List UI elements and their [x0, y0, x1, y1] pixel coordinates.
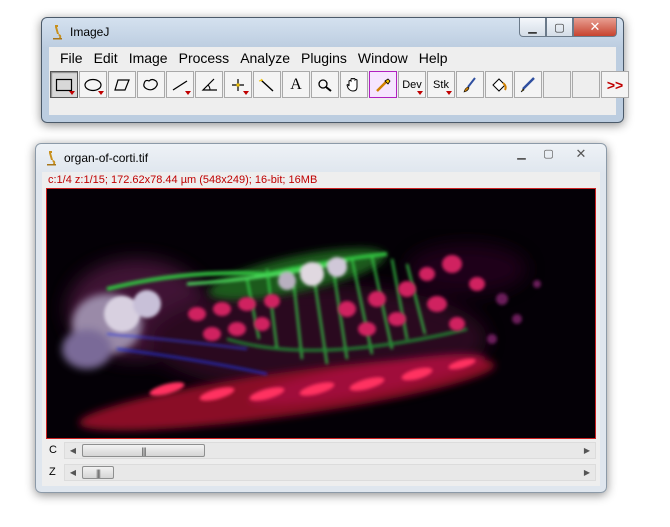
rectangle-tool[interactable]: [50, 71, 78, 98]
toolbar: A Dev Stk >>: [50, 71, 630, 98]
dev-menu[interactable]: Dev: [398, 71, 426, 98]
menu-file[interactable]: File: [55, 50, 89, 66]
oval-tool[interactable]: [79, 71, 107, 98]
microscope-icon: [53, 25, 62, 40]
grip-icon: |||: [141, 445, 146, 456]
scroll-right-arrow-icon[interactable]: ▶: [579, 443, 595, 458]
wand-icon: [258, 78, 274, 92]
dropdown-indicator: [69, 91, 75, 95]
line-icon: [172, 79, 188, 91]
channel-scroll-row: C ◀ ||| ▶: [46, 442, 596, 459]
zoom-tool[interactable]: [311, 71, 339, 98]
minimize-button[interactable]: ▁: [519, 18, 546, 37]
close-icon: ✕: [575, 145, 587, 161]
menu-edit[interactable]: Edit: [89, 50, 124, 66]
minimize-icon: ▁: [517, 148, 526, 160]
text-tool-icon: A: [290, 75, 302, 93]
menu-process[interactable]: Process: [174, 50, 236, 66]
freehand-tool[interactable]: [137, 71, 165, 98]
maximize-button[interactable]: ▢: [535, 144, 562, 163]
menu-window[interactable]: Window: [353, 50, 414, 66]
imagej-window: ImageJ ▁ ▢ ✕ File Edit Image Process Ana…: [41, 17, 629, 123]
menu-plugins[interactable]: Plugins: [296, 50, 353, 66]
wand-tool[interactable]: [253, 71, 281, 98]
fluorescence-image: [47, 189, 595, 438]
color-picker-tool[interactable]: [369, 71, 397, 98]
flood-fill-tool[interactable]: [485, 71, 513, 98]
freehand-icon: [143, 78, 158, 90]
scroll-left-arrow-icon[interactable]: ◀: [65, 443, 81, 458]
dropdown-indicator: [417, 91, 423, 95]
dropdown-indicator: [185, 91, 191, 95]
dev-label: Dev: [402, 78, 422, 91]
z-label: Z: [49, 466, 56, 478]
image-titlebar[interactable]: organ-of-corti.tif ▁ ▢ ✕: [36, 144, 606, 172]
window-title: ImageJ: [70, 25, 110, 39]
blank-tool-slot: [543, 71, 571, 98]
angle-icon: [201, 78, 217, 91]
maximize-icon: ▢: [554, 21, 565, 34]
dropdown-indicator: [243, 91, 249, 95]
polygon-icon: [114, 78, 130, 91]
brush-icon: [463, 76, 476, 92]
channel-label: C: [49, 444, 57, 456]
blank-tool-slot: [572, 71, 600, 98]
pencil-icon: [520, 76, 535, 92]
z-scrollbar[interactable]: ◀ ||| ▶: [64, 464, 596, 481]
z-scroll-row: Z ◀ ||| ▶: [46, 464, 596, 481]
menu-bar: File Edit Image Process Analyze Plugins …: [49, 47, 616, 69]
pencil-tool[interactable]: [514, 71, 542, 98]
brush-tool[interactable]: [456, 71, 484, 98]
paint-bucket-icon: [492, 77, 507, 92]
minimize-button[interactable]: ▁: [508, 144, 535, 163]
stk-label: Stk: [433, 78, 449, 91]
minimize-icon: ▁: [528, 21, 537, 34]
imagej-client-area: File Edit Image Process Analyze Plugins …: [49, 47, 629, 115]
magnifier-icon: [318, 78, 332, 92]
z-scroll-thumb[interactable]: |||: [82, 466, 114, 479]
image-info-line: c:1/4 z:1/15; 172.62x78.44 µm (548x249);…: [48, 174, 318, 186]
polygon-tool[interactable]: [108, 71, 136, 98]
menu-help[interactable]: Help: [414, 50, 454, 66]
eyedropper-icon: [376, 77, 391, 92]
rectangle-icon: [55, 78, 73, 91]
more-tools-button[interactable]: >>: [601, 71, 629, 98]
menu-image[interactable]: Image: [124, 50, 174, 66]
text-tool[interactable]: A: [282, 71, 310, 98]
point-tool[interactable]: [224, 71, 252, 98]
channel-scrollbar[interactable]: ◀ ||| ▶: [64, 442, 596, 459]
imagej-titlebar[interactable]: ImageJ ▁ ▢ ✕: [42, 18, 623, 46]
channel-scroll-thumb[interactable]: |||: [82, 444, 205, 457]
image-window: organ-of-corti.tif ▁ ▢ ✕ c:1/4 z:1/15; 1…: [35, 143, 607, 493]
scroll-right-arrow-icon[interactable]: ▶: [579, 465, 595, 480]
grip-icon: |||: [95, 467, 101, 478]
image-client-area: c:1/4 z:1/15; 172.62x78.44 µm (548x249);…: [42, 172, 600, 486]
angle-tool[interactable]: [195, 71, 223, 98]
scroll-left-arrow-icon[interactable]: ◀: [65, 465, 81, 480]
hand-tool[interactable]: [340, 71, 368, 98]
hand-icon: [346, 77, 358, 92]
stk-menu[interactable]: Stk: [427, 71, 455, 98]
menu-analyze[interactable]: Analyze: [235, 50, 296, 66]
window-title: organ-of-corti.tif: [64, 151, 149, 165]
microscope-icon: [47, 151, 56, 166]
oval-icon: [84, 78, 102, 91]
image-canvas[interactable]: [46, 188, 596, 439]
dropdown-indicator: [446, 91, 452, 95]
close-button[interactable]: ✕: [562, 144, 600, 163]
crosshair-icon: [232, 78, 244, 91]
close-button[interactable]: ✕: [573, 18, 617, 37]
maximize-button[interactable]: ▢: [546, 18, 573, 37]
close-icon: ✕: [589, 19, 601, 34]
dropdown-indicator: [98, 91, 104, 95]
maximize-icon: ▢: [543, 148, 554, 160]
line-tool[interactable]: [166, 71, 194, 98]
